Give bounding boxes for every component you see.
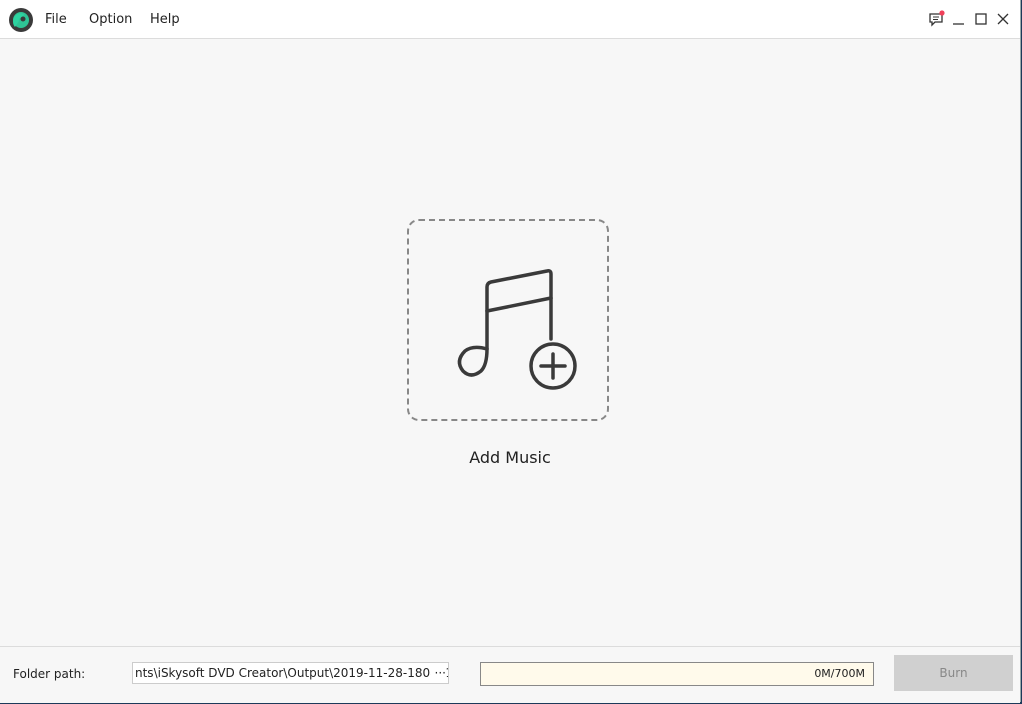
- folder-path-value: nts\iSkysoft DVD Creator\Output\2019-11-…: [135, 666, 449, 680]
- title-bar: File Option Help: [0, 0, 1020, 39]
- minimize-icon[interactable]: [949, 9, 969, 29]
- music-add-icon: [457, 269, 577, 390]
- close-icon[interactable]: [993, 9, 1013, 29]
- feedback-icon[interactable]: [927, 9, 947, 29]
- menu-help[interactable]: Help: [150, 12, 180, 27]
- folder-path-field[interactable]: nts\iSkysoft DVD Creator\Output\2019-11-…: [132, 662, 449, 684]
- disc-capacity-bar: 0M/700M: [480, 662, 874, 686]
- browse-folder-button[interactable]: ···: [430, 663, 446, 683]
- capacity-text: 0M/700M: [814, 667, 865, 680]
- add-music-label[interactable]: Add Music: [0, 448, 1020, 467]
- burn-button[interactable]: Burn: [894, 655, 1013, 691]
- menu-option[interactable]: Option: [89, 12, 132, 27]
- footer-bar: Folder path: nts\iSkysoft DVD Creator\Ou…: [0, 646, 1020, 703]
- menu-file[interactable]: File: [45, 12, 67, 27]
- folder-path-label: Folder path:: [13, 667, 86, 681]
- app-logo-icon: [9, 8, 33, 32]
- add-music-dropzone[interactable]: [407, 219, 609, 421]
- app-window: File Option Help Add Music Folder path:: [0, 0, 1021, 703]
- maximize-icon[interactable]: [971, 9, 991, 29]
